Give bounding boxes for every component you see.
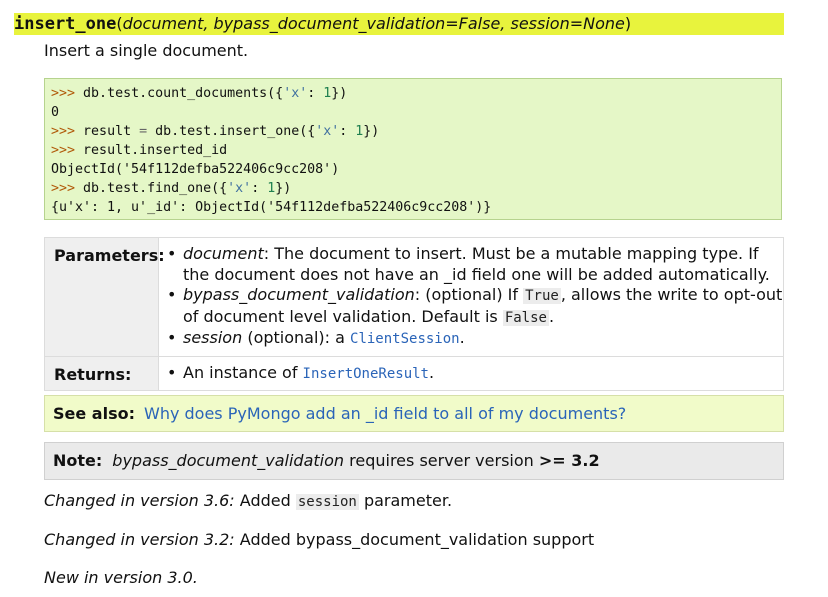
- method-summary: Insert a single document.: [44, 41, 249, 60]
- parameters-label: Parameters:: [45, 238, 165, 356]
- code-literal: True: [523, 288, 561, 304]
- note-label: Note:: [53, 451, 103, 470]
- param-session: session (optional): a ClientSession.: [165, 328, 783, 350]
- version-new-3-0: New in version 3.0.: [44, 568, 198, 587]
- parameters-list: document: The document to insert. Must b…: [159, 238, 783, 356]
- method-signature: insert_one(document, bypass_document_val…: [14, 13, 784, 35]
- note-box: Note: bypass_document_validation requires…: [44, 442, 784, 480]
- code-line: >>> result.inserted_id: [51, 143, 228, 158]
- code-output-line: {u'x': 1, u'_id': ObjectId('54f112defba5…: [51, 200, 492, 215]
- code-line: >>> db.test.find_one({'x': 1}): [51, 181, 292, 196]
- version-changed-3-6: Changed in version 3.6: Added session pa…: [44, 491, 453, 510]
- code-literal: False: [502, 309, 549, 326]
- returns-list: An instance of InsertOneResult.: [159, 357, 783, 391]
- code-example: >>> db.test.count_documents({'x': 1}) 0 …: [44, 78, 782, 220]
- returns-label: Returns:: [45, 356, 159, 390]
- insert-one-result-link[interactable]: InsertOneResult: [303, 366, 429, 382]
- id-field-faq-link[interactable]: Why does PyMongo add an _id field to all…: [144, 404, 626, 423]
- field-list: Parameters: document: The document to in…: [44, 237, 784, 391]
- param-document: document: The document to insert. Must b…: [165, 244, 783, 285]
- code-line: >>> result = db.test.insert_one({'x': 1}…: [51, 124, 380, 139]
- parameters-row: Parameters: document: The document to in…: [45, 238, 783, 356]
- method-name: insert_one: [14, 14, 117, 34]
- code-literal: session: [295, 494, 359, 510]
- param-bypass-document-validation: bypass_document_validation: (optional) I…: [165, 285, 783, 328]
- returns-item: An instance of InsertOneResult.: [165, 363, 783, 385]
- code-line: >>> db.test.count_documents({'x': 1}): [51, 86, 348, 101]
- code-output-line: ObjectId('54f112defba522406c9cc208'): [51, 162, 340, 177]
- see-also-label: See also:: [53, 404, 135, 423]
- see-also-box: See also: Why does PyMongo add an _id fie…: [44, 395, 784, 432]
- version-changed-3-2: Changed in version 3.2: Added bypass_doc…: [44, 530, 595, 549]
- client-session-link[interactable]: ClientSession: [350, 331, 460, 347]
- method-params: document, bypass_document_validation=Fal…: [122, 14, 625, 33]
- code-output-line: 0: [51, 105, 60, 120]
- returns-row: Returns: An instance of InsertOneResult.: [45, 355, 783, 391]
